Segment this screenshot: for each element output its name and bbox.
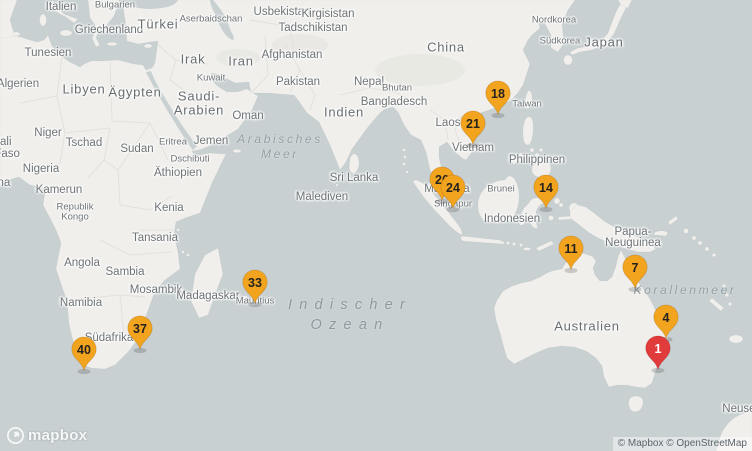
svg-text:24: 24 [446, 181, 460, 195]
map-marker-40[interactable]: 40 [69, 335, 99, 375]
svg-text:40: 40 [77, 343, 91, 357]
map-marker-37[interactable]: 37 [125, 314, 155, 354]
map-marker-1[interactable]: 1 [643, 334, 673, 374]
svg-text:18: 18 [491, 87, 505, 101]
svg-text:1: 1 [655, 342, 662, 356]
map-marker-11[interactable]: 11 [556, 234, 586, 274]
map-marker-24[interactable]: 24 [438, 173, 468, 213]
map-landmass-layer [0, 0, 752, 451]
mapbox-logo[interactable]: mapbox [7, 427, 87, 444]
mapbox-logo-text: mapbox [28, 427, 87, 444]
map-marker-7[interactable]: 7 [620, 253, 650, 293]
map-marker-33[interactable]: 33 [240, 268, 270, 308]
svg-text:37: 37 [133, 322, 147, 336]
mapbox-logo-icon [7, 427, 24, 444]
svg-text:7: 7 [632, 261, 639, 275]
svg-text:21: 21 [466, 117, 480, 131]
map-canvas[interactable]: ItalienBulgarienGriechenlandTürkeiAserba… [0, 0, 752, 451]
svg-text:14: 14 [539, 181, 553, 195]
svg-text:33: 33 [248, 276, 262, 290]
map-marker-14[interactable]: 14 [531, 173, 561, 213]
svg-text:11: 11 [564, 242, 577, 256]
map-attribution[interactable]: © Mapbox © OpenStreetMap [613, 437, 752, 451]
svg-text:4: 4 [663, 311, 670, 325]
map-marker-21[interactable]: 21 [458, 109, 488, 149]
